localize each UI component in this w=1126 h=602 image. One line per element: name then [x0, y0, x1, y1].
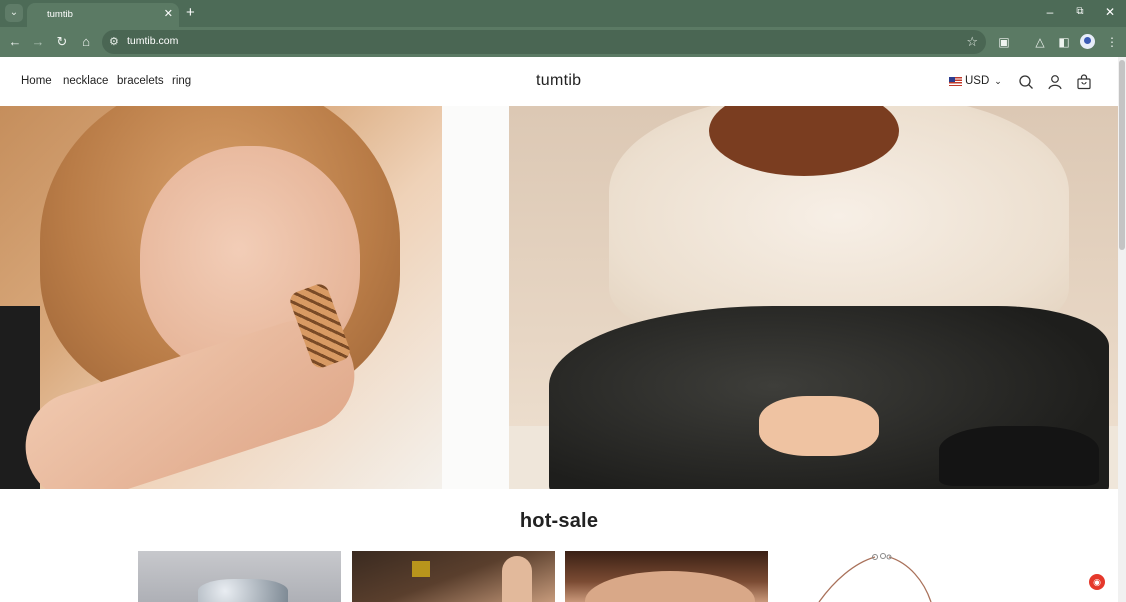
- nav-home-link[interactable]: Home: [21, 75, 52, 87]
- site-info-icon[interactable]: ⚙: [109, 35, 119, 48]
- browser-toolbar: ← → ↻ ⌂ ⚙ tumtib.com ☆ ▣ △ ◧ ⋮: [0, 27, 1126, 57]
- hero-divider: [442, 106, 509, 489]
- forward-icon[interactable]: →: [30, 34, 46, 50]
- tab-search-button[interactable]: ⌄: [5, 4, 23, 22]
- hero-banner[interactable]: [0, 106, 1118, 489]
- page-scrollbar[interactable]: [1118, 57, 1126, 602]
- new-tab-button[interactable]: +: [186, 4, 195, 22]
- back-icon[interactable]: ←: [7, 34, 23, 50]
- account-icon[interactable]: [1047, 74, 1063, 90]
- extensions-icon[interactable]: ▣: [996, 34, 1012, 50]
- nav-bracelets-link[interactable]: bracelets: [117, 75, 164, 87]
- hero-image-bracelet-model: [0, 106, 442, 489]
- chat-support-icon[interactable]: ◉: [1089, 574, 1105, 590]
- side-panel-icon[interactable]: ◧: [1056, 34, 1072, 50]
- product-card-image[interactable]: [138, 551, 341, 602]
- home-icon[interactable]: ⌂: [78, 34, 94, 50]
- us-flag-icon: [949, 76, 962, 86]
- site-logo[interactable]: tumtib: [536, 72, 581, 90]
- url-text: tumtib.com: [127, 35, 179, 47]
- bookmark-star-icon[interactable]: ☆: [966, 34, 978, 50]
- hero-image-seated-model: [509, 106, 1118, 489]
- currency-selector[interactable]: USD ⌄: [949, 75, 1002, 87]
- browser-menu-icon[interactable]: ⋮: [1104, 34, 1120, 50]
- site-header: Home necklace bracelets ring tumtib USD …: [0, 57, 1118, 106]
- labs-flask-icon[interactable]: △: [1032, 34, 1048, 50]
- currency-code: USD: [965, 75, 990, 87]
- product-card-image[interactable]: [779, 551, 982, 602]
- product-card-image[interactable]: [565, 551, 768, 602]
- restore-icon[interactable]: ⧉: [1072, 5, 1088, 19]
- reload-icon[interactable]: ↻: [54, 34, 70, 50]
- nav-necklace-link[interactable]: necklace: [63, 75, 108, 87]
- browser-tab-strip: ⌄ tumtib ✕ + – ⧉ ✕: [0, 0, 1126, 27]
- minimize-icon[interactable]: –: [1042, 5, 1058, 19]
- close-tab-icon[interactable]: ✕: [164, 8, 173, 20]
- browser-tab[interactable]: tumtib ✕: [27, 3, 179, 27]
- profile-avatar-icon[interactable]: [1080, 34, 1095, 49]
- necklace-image: [818, 553, 932, 602]
- hot-sale-heading: hot-sale: [519, 510, 599, 532]
- nav-ring-link[interactable]: ring: [172, 75, 191, 87]
- product-card-image[interactable]: [352, 551, 555, 602]
- search-icon[interactable]: [1018, 74, 1034, 90]
- cart-bag-icon[interactable]: [1076, 74, 1092, 90]
- address-bar[interactable]: ⚙ tumtib.com ☆: [102, 30, 986, 54]
- tab-title: tumtib: [47, 9, 73, 20]
- close-window-icon[interactable]: ✕: [1102, 5, 1118, 19]
- chevron-down-icon: ⌄: [994, 75, 1002, 86]
- scrollbar-thumb[interactable]: [1119, 60, 1125, 250]
